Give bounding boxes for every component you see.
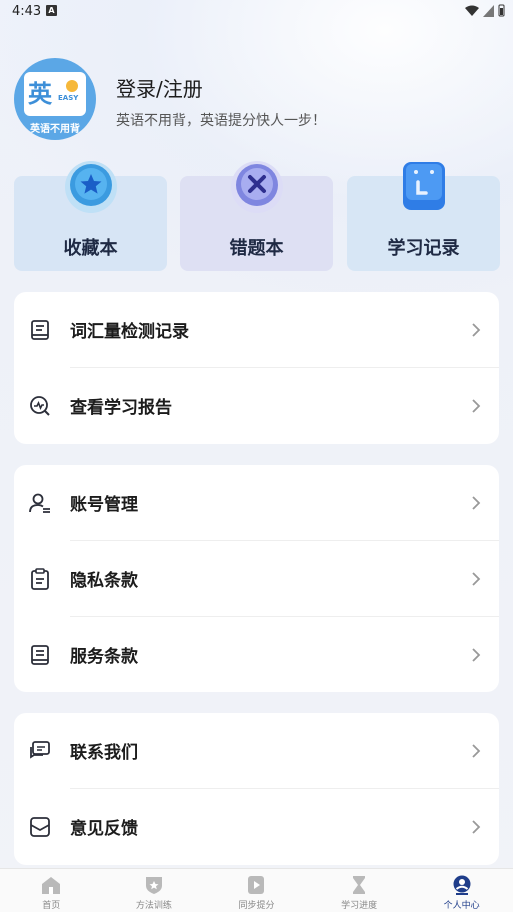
privacy-policy-item[interactable]: 隐私条款 <box>14 541 499 617</box>
tab-personal-center[interactable]: 个人中心 <box>410 869 513 912</box>
avatar-caption: 英语不用背 <box>30 124 80 135</box>
clipboard-icon <box>31 568 49 590</box>
login-register-link[interactable]: 登录/注册 <box>116 73 203 102</box>
quick-label: 学习记录 <box>387 238 460 259</box>
avatar-star-icon <box>66 80 78 92</box>
menu-group-support: 联系我们 意见反馈 <box>14 713 499 865</box>
profile-icon <box>453 875 471 895</box>
menu-group-account: 账号管理 隐私条款 服务条款 <box>14 465 499 692</box>
terms-of-service-item[interactable]: 服务条款 <box>14 617 499 693</box>
status-indicators <box>465 4 505 17</box>
home-icon <box>42 877 61 894</box>
clock-icon <box>403 162 445 210</box>
hourglass-icon <box>353 876 366 894</box>
study-record-button[interactable]: 学习记录 <box>347 160 500 271</box>
status-bar: 4:43 A <box>0 0 513 24</box>
user-manage-icon <box>29 493 50 513</box>
report-search-icon <box>30 396 50 416</box>
tab-home[interactable]: 首页 <box>0 869 103 912</box>
contact-us-item[interactable]: 联系我们 <box>14 713 499 789</box>
menu-item-label: 服务条款 <box>70 647 138 667</box>
star-icon <box>65 161 117 213</box>
bottom-tab-bar: 首页 方法训练 同步提分 学习进度 个人中心 <box>0 868 513 912</box>
notification-icon: A <box>46 5 57 16</box>
tab-label: 学习进度 <box>341 901 378 911</box>
tab-method-training[interactable]: 方法训练 <box>103 869 206 912</box>
chevron-right-icon <box>472 399 481 413</box>
profile-subtitle: 英语不用背，英语提分快人一步！ <box>116 113 326 129</box>
x-icon <box>231 161 283 213</box>
account-management-item[interactable]: 账号管理 <box>14 465 499 541</box>
tab-label: 同步提分 <box>238 901 275 911</box>
quick-label: 收藏本 <box>63 238 118 259</box>
chevron-right-icon <box>472 820 481 834</box>
menu-item-label: 联系我们 <box>70 743 138 763</box>
menu-item-label: 隐私条款 <box>70 571 138 591</box>
menu-item-label: 词汇量检测记录 <box>70 322 189 342</box>
document-icon <box>31 645 49 665</box>
play-icon <box>248 876 265 894</box>
chevron-right-icon <box>472 323 481 337</box>
tab-sync-improve[interactable]: 同步提分 <box>205 869 308 912</box>
feedback-item[interactable]: 意见反馈 <box>14 789 499 865</box>
menu-item-label: 查看学习报告 <box>70 398 172 418</box>
menu-item-label: 意见反馈 <box>70 819 138 839</box>
quick-label: 错题本 <box>229 238 284 259</box>
tab-label: 方法训练 <box>135 901 172 911</box>
tab-study-progress[interactable]: 学习进度 <box>308 869 411 912</box>
vocab-test-record-item[interactable]: 词汇量检测记录 <box>14 292 499 368</box>
signal-icon <box>483 4 494 17</box>
wrong-questions-button[interactable]: 错题本 <box>180 160 333 271</box>
book-record-icon <box>31 320 49 340</box>
battery-icon <box>498 4 505 17</box>
avatar-char: 英 <box>28 80 52 108</box>
tab-label: 个人中心 <box>443 901 480 911</box>
chat-icon <box>30 741 50 759</box>
chevron-right-icon <box>472 744 481 758</box>
avatar[interactable]: 英 EASY 英语不用背 <box>14 58 96 140</box>
chevron-right-icon <box>472 572 481 586</box>
mail-feedback-icon <box>30 817 50 837</box>
wifi-icon <box>465 5 479 16</box>
status-time: 4:43 <box>12 4 42 19</box>
tab-label: 首页 <box>42 901 61 911</box>
menu-group-records: 词汇量检测记录 查看学习报告 <box>14 292 499 444</box>
chevron-right-icon <box>472 648 481 662</box>
chevron-right-icon <box>472 496 481 510</box>
avatar-tag: EASY <box>58 94 79 102</box>
shield-icon <box>145 877 162 894</box>
menu-item-label: 账号管理 <box>70 495 138 515</box>
study-report-item[interactable]: 查看学习报告 <box>14 368 499 444</box>
favorites-button[interactable]: 收藏本 <box>14 160 167 271</box>
